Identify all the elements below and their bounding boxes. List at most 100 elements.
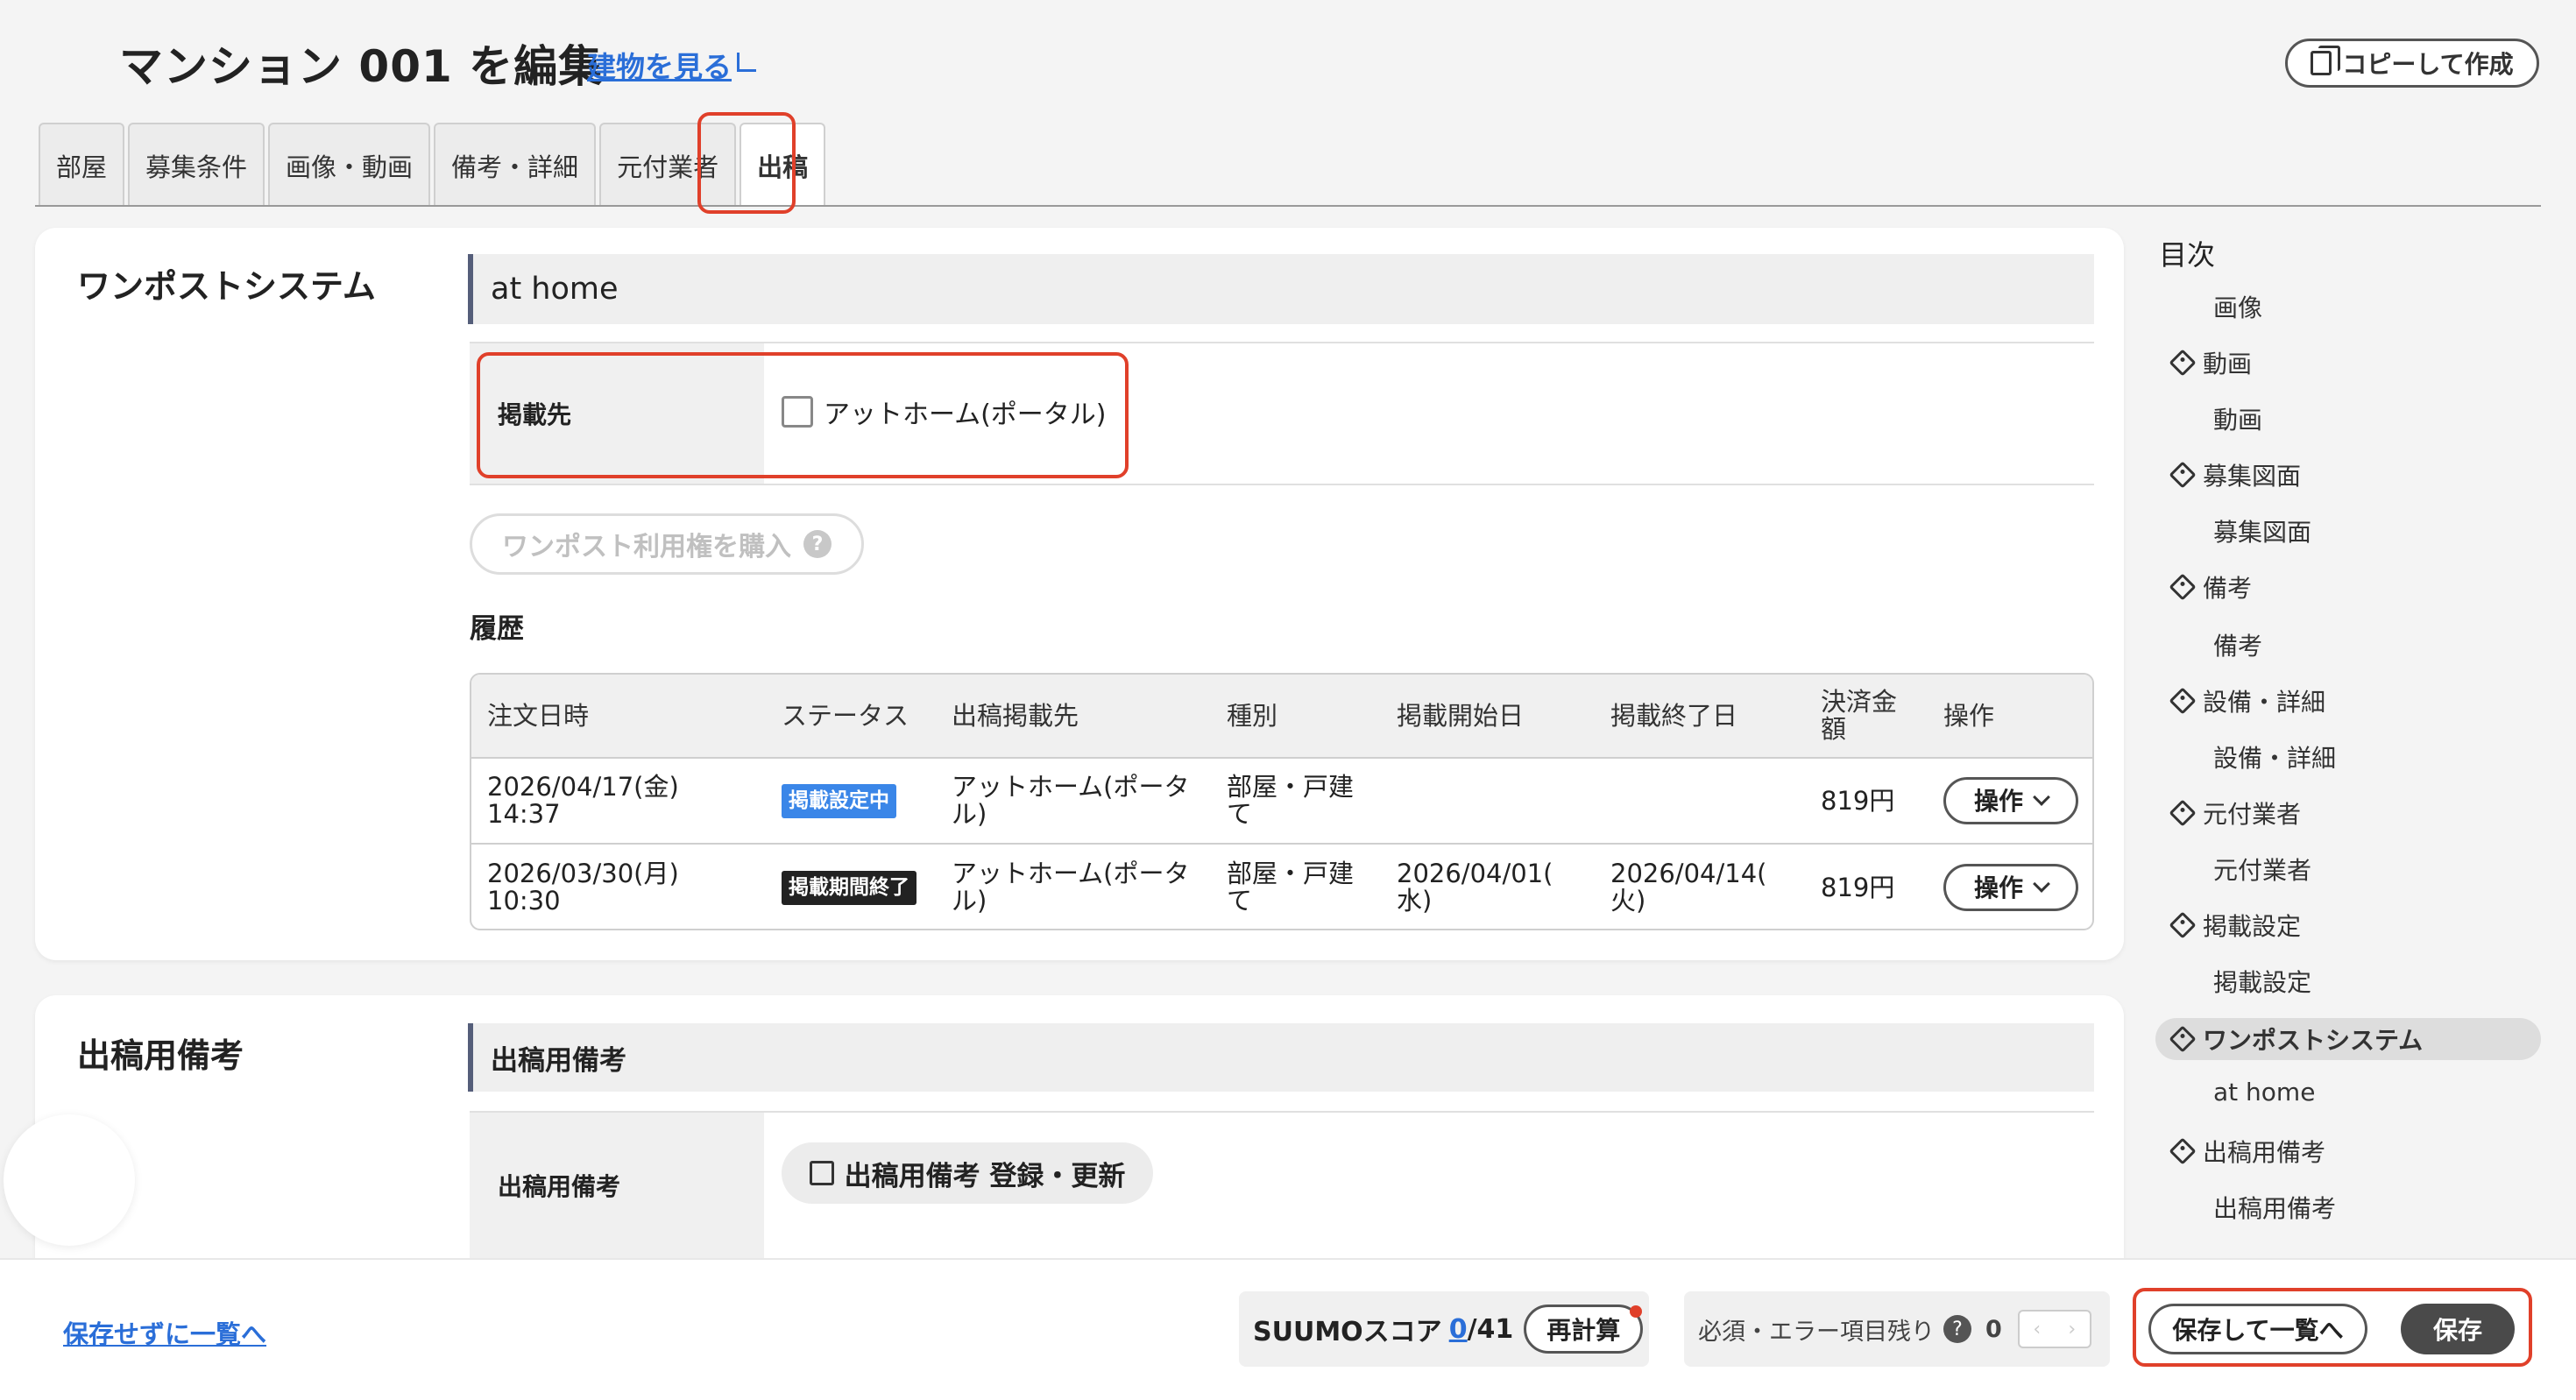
row-action-button[interactable]: 操作 <box>1943 864 2078 911</box>
cell-start-line2: 水) <box>1397 886 1433 916</box>
th-action: 操作 <box>1943 700 1995 731</box>
toc-item-equipment[interactable]: 設備・詳細 <box>2213 739 2336 774</box>
th-amount-line2: 額 <box>1821 714 1847 744</box>
required-label: 必須・エラー項目残り <box>1698 1318 1935 1346</box>
chevron-left-icon[interactable]: ‹ <box>2033 1319 2041 1340</box>
cell-date-line1: 2026/04/17(金) <box>487 772 679 802</box>
tag-icon <box>2169 573 2197 601</box>
tag-icon <box>2169 349 2197 377</box>
toc-item-images[interactable]: 画像 <box>2213 289 2262 324</box>
toc-item-agent[interactable]: 元付業者 <box>2213 852 2311 887</box>
score-value[interactable]: 0 <box>1449 1314 1468 1345</box>
th-end-date: 掲載終了日 <box>1610 700 1738 731</box>
toc-label: 掲載設定 <box>2203 912 2302 941</box>
view-building-label: 建物を見る <box>587 50 732 84</box>
toc-item-onepost-group[interactable]: ワンポストシステム <box>2169 1022 2423 1057</box>
error-pager[interactable]: ‹ › <box>2017 1310 2091 1348</box>
row-action-button[interactable]: 操作 <box>1943 777 2078 824</box>
toc-item-listing[interactable]: 掲載設定 <box>2213 964 2311 999</box>
cell-date-line2: 14:37 <box>487 799 561 829</box>
cell-end-line2: 火) <box>1610 886 1646 916</box>
toc-item-memo-group[interactable]: 出稿用備考 <box>2169 1134 2326 1169</box>
recalc-button[interactable]: 再計算 <box>1524 1305 1644 1354</box>
toc-label: 出稿用備考 <box>2203 1138 2326 1167</box>
cell-status: 掲載設定中 <box>782 759 896 843</box>
th-amount: 決済金 額 <box>1821 675 1897 757</box>
toc-item-agent-group[interactable]: 元付業者 <box>2169 795 2301 831</box>
cell-end-date: 2026/04/14( 火) <box>1610 845 1766 929</box>
cell-destination: アットホーム(ポータ ル) <box>952 845 1190 929</box>
chevron-down-icon <box>2033 788 2050 806</box>
notification-dot <box>1630 1305 1643 1318</box>
tag-icon <box>2169 1137 2197 1165</box>
cell-status: 掲載期間終了 <box>782 845 916 929</box>
tab-recruit-conditions[interactable]: 募集条件 <box>128 123 265 207</box>
cell-amount: 819円 <box>1821 785 1895 816</box>
memo-subhead: 出稿用備考 <box>468 1023 2094 1092</box>
toc-item-floorplan-group[interactable]: 募集図面 <box>2169 457 2302 492</box>
toc-item-notes-group[interactable]: 備考 <box>2169 569 2253 605</box>
cell-type-line1: 部屋・戸建 <box>1227 772 1355 802</box>
th-amount-line1: 決済金 <box>1821 687 1898 717</box>
help-icon[interactable]: ? <box>1943 1315 1971 1343</box>
buy-onepost-button[interactable]: ワンポスト利用権を購入 ? <box>470 513 864 575</box>
cell-dest-line1: アットホーム(ポータ <box>952 859 1190 888</box>
toc-item-athome[interactable]: at home <box>2213 1078 2315 1107</box>
highlight-tab-posting <box>697 112 796 214</box>
history-title: 履歴 <box>470 613 524 645</box>
suumo-score-box: SUUMOスコア 0 /41 再計算 <box>1239 1291 1649 1367</box>
memo-label: 出稿用備考 <box>470 1113 764 1258</box>
cell-start-date: 2026/04/01( 水) <box>1397 845 1553 929</box>
toc-label: 募集図面 <box>2203 462 2302 491</box>
memo-edit-label: 出稿用備考 登録・更新 <box>844 1160 1126 1192</box>
history-table: 注文日時 ステータス 出稿掲載先 種別 掲載開始日 掲載終了日 決済金 額 操作… <box>470 673 2094 930</box>
required-count: 0 <box>1985 1315 2002 1343</box>
th-status: ステータス <box>782 700 909 731</box>
toc-item-floorplan[interactable]: 募集図面 <box>2213 513 2311 548</box>
toc-item-notes[interactable]: 備考 <box>2213 627 2262 662</box>
toc-item-listing-group[interactable]: 掲載設定 <box>2169 908 2302 943</box>
cell-type: 部屋・戸建 て <box>1227 845 1355 929</box>
cell-start-line1: 2026/04/01( <box>1397 859 1553 888</box>
table-row: 2026/04/17(金) 14:37 掲載設定中 アットホーム(ポータ ル) … <box>471 759 2092 845</box>
toc-item-equipment-group[interactable]: 設備・詳細 <box>2169 683 2326 718</box>
cell-dest-line1: アットホーム(ポータ <box>952 772 1190 802</box>
cell-order-date: 2026/04/17(金) 14:37 <box>487 759 679 843</box>
floating-circle-button[interactable] <box>4 1114 135 1246</box>
back-without-save-link[interactable]: 保存せずに一覧へ <box>63 1314 266 1351</box>
toc-title: 目次 <box>2159 238 2216 272</box>
cell-dest-line2: ル) <box>952 886 987 916</box>
tab-images-video[interactable]: 画像・動画 <box>268 123 431 207</box>
tab-divider <box>35 205 2541 207</box>
view-building-link[interactable]: 建物を見る <box>587 44 756 86</box>
toc-label: 備考 <box>2203 574 2253 603</box>
highlight-save-buttons <box>2133 1288 2532 1367</box>
cell-amount: 819円 <box>1821 872 1895 902</box>
toc-label: 動画 <box>2203 350 2253 378</box>
toc-label: 設備・詳細 <box>2203 688 2326 717</box>
cell-type-line1: 部屋・戸建 <box>1227 859 1355 888</box>
cell-type-line2: て <box>1227 799 1253 829</box>
toc-item-video-group[interactable]: 動画 <box>2169 345 2253 380</box>
table-row: 2026/03/30(月) 10:30 掲載期間終了 アットホーム(ポータ ル)… <box>471 845 2092 929</box>
memo-edit-button[interactable]: 出稿用備考 登録・更新 <box>782 1142 1153 1204</box>
tag-icon <box>2169 911 2197 939</box>
cell-type-line2: て <box>1227 886 1253 916</box>
copy-create-button[interactable]: コピーして作成 <box>2285 39 2539 88</box>
buy-onepost-label: ワンポスト利用権を購入 <box>502 532 791 562</box>
tab-room[interactable]: 部屋 <box>39 123 125 207</box>
divider <box>470 484 2094 485</box>
onepost-subhead: at home <box>468 254 2094 324</box>
help-icon[interactable]: ? <box>803 530 832 558</box>
th-start-date: 掲載開始日 <box>1397 700 1525 731</box>
score-total: /41 <box>1467 1313 1514 1345</box>
chevron-right-icon[interactable]: › <box>2068 1319 2076 1340</box>
toc-item-video[interactable]: 動画 <box>2213 401 2262 436</box>
toc-item-memo[interactable]: 出稿用備考 <box>2213 1190 2336 1225</box>
edit-icon <box>809 1161 834 1185</box>
tab-notes-details[interactable]: 備考・詳細 <box>434 123 597 207</box>
th-destination: 出稿掲載先 <box>952 700 1079 731</box>
cell-dest-line2: ル) <box>952 799 987 829</box>
required-errors-box: 必須・エラー項目残り ? 0 ‹ › <box>1684 1291 2110 1367</box>
th-type: 種別 <box>1227 700 1278 731</box>
